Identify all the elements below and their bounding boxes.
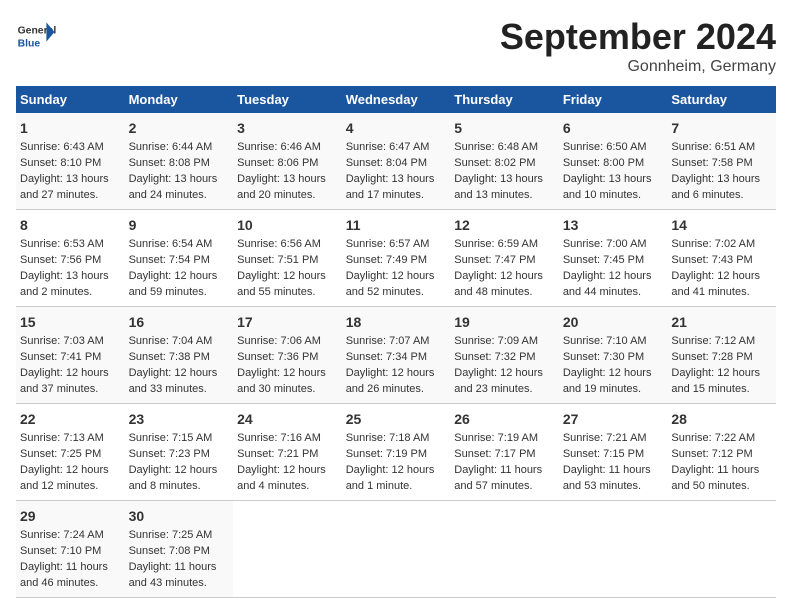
day-10: 10Sunrise: 6:56 AMSunset: 7:51 PMDayligh… [233, 210, 342, 307]
empty-cell [559, 501, 668, 598]
week-row-4: 22Sunrise: 7:13 AMSunset: 7:25 PMDayligh… [16, 404, 776, 501]
day-13: 13Sunrise: 7:00 AMSunset: 7:45 PMDayligh… [559, 210, 668, 307]
day-23: 23Sunrise: 7:15 AMSunset: 7:23 PMDayligh… [125, 404, 234, 501]
col-saturday: Saturday [667, 86, 776, 113]
day-14: 14Sunrise: 7:02 AMSunset: 7:43 PMDayligh… [667, 210, 776, 307]
col-tuesday: Tuesday [233, 86, 342, 113]
day-30: 30Sunrise: 7:25 AMSunset: 7:08 PMDayligh… [125, 501, 234, 598]
col-sunday: Sunday [16, 86, 125, 113]
logo: General Blue [16, 16, 60, 56]
col-thursday: Thursday [450, 86, 559, 113]
day-15: 15Sunrise: 7:03 AMSunset: 7:41 PMDayligh… [16, 307, 125, 404]
week-row-2: 8Sunrise: 6:53 AMSunset: 7:56 PMDaylight… [16, 210, 776, 307]
page-header: General Blue September 2024 Gonnheim, Ge… [16, 16, 776, 76]
empty-cell [342, 501, 451, 598]
week-row-3: 15Sunrise: 7:03 AMSunset: 7:41 PMDayligh… [16, 307, 776, 404]
day-16: 16Sunrise: 7:04 AMSunset: 7:38 PMDayligh… [125, 307, 234, 404]
calendar-table: Sunday Monday Tuesday Wednesday Thursday… [16, 86, 776, 598]
day-24: 24Sunrise: 7:16 AMSunset: 7:21 PMDayligh… [233, 404, 342, 501]
calendar-header-row: Sunday Monday Tuesday Wednesday Thursday… [16, 86, 776, 113]
day-3: 3Sunrise: 6:46 AMSunset: 8:06 PMDaylight… [233, 113, 342, 210]
day-12: 12Sunrise: 6:59 AMSunset: 7:47 PMDayligh… [450, 210, 559, 307]
day-17: 17Sunrise: 7:06 AMSunset: 7:36 PMDayligh… [233, 307, 342, 404]
col-friday: Friday [559, 86, 668, 113]
day-8: 8Sunrise: 6:53 AMSunset: 7:56 PMDaylight… [16, 210, 125, 307]
col-monday: Monday [125, 86, 234, 113]
empty-cell [667, 501, 776, 598]
day-9: 9Sunrise: 6:54 AMSunset: 7:54 PMDaylight… [125, 210, 234, 307]
day-18: 18Sunrise: 7:07 AMSunset: 7:34 PMDayligh… [342, 307, 451, 404]
day-1: 1Sunrise: 6:43 AMSunset: 8:10 PMDaylight… [16, 113, 125, 210]
day-25: 25Sunrise: 7:18 AMSunset: 7:19 PMDayligh… [342, 404, 451, 501]
week-row-5: 29Sunrise: 7:24 AMSunset: 7:10 PMDayligh… [16, 501, 776, 598]
day-28: 28Sunrise: 7:22 AMSunset: 7:12 PMDayligh… [667, 404, 776, 501]
day-11: 11Sunrise: 6:57 AMSunset: 7:49 PMDayligh… [342, 210, 451, 307]
day-20: 20Sunrise: 7:10 AMSunset: 7:30 PMDayligh… [559, 307, 668, 404]
empty-cell [233, 501, 342, 598]
day-26: 26Sunrise: 7:19 AMSunset: 7:17 PMDayligh… [450, 404, 559, 501]
day-7: 7Sunrise: 6:51 AMSunset: 7:58 PMDaylight… [667, 113, 776, 210]
day-6: 6Sunrise: 6:50 AMSunset: 8:00 PMDaylight… [559, 113, 668, 210]
location: Gonnheim, Germany [500, 58, 776, 76]
svg-text:Blue: Blue [18, 38, 41, 49]
col-wednesday: Wednesday [342, 86, 451, 113]
day-21: 21Sunrise: 7:12 AMSunset: 7:28 PMDayligh… [667, 307, 776, 404]
day-19: 19Sunrise: 7:09 AMSunset: 7:32 PMDayligh… [450, 307, 559, 404]
day-29: 29Sunrise: 7:24 AMSunset: 7:10 PMDayligh… [16, 501, 125, 598]
day-4: 4Sunrise: 6:47 AMSunset: 8:04 PMDaylight… [342, 113, 451, 210]
day-27: 27Sunrise: 7:21 AMSunset: 7:15 PMDayligh… [559, 404, 668, 501]
day-5: 5Sunrise: 6:48 AMSunset: 8:02 PMDaylight… [450, 113, 559, 210]
week-row-1: 1Sunrise: 6:43 AMSunset: 8:10 PMDaylight… [16, 113, 776, 210]
day-22: 22Sunrise: 7:13 AMSunset: 7:25 PMDayligh… [16, 404, 125, 501]
empty-cell [450, 501, 559, 598]
title-block: September 2024 Gonnheim, Germany [500, 16, 776, 76]
day-2: 2Sunrise: 6:44 AMSunset: 8:08 PMDaylight… [125, 113, 234, 210]
month-title: September 2024 [500, 16, 776, 58]
